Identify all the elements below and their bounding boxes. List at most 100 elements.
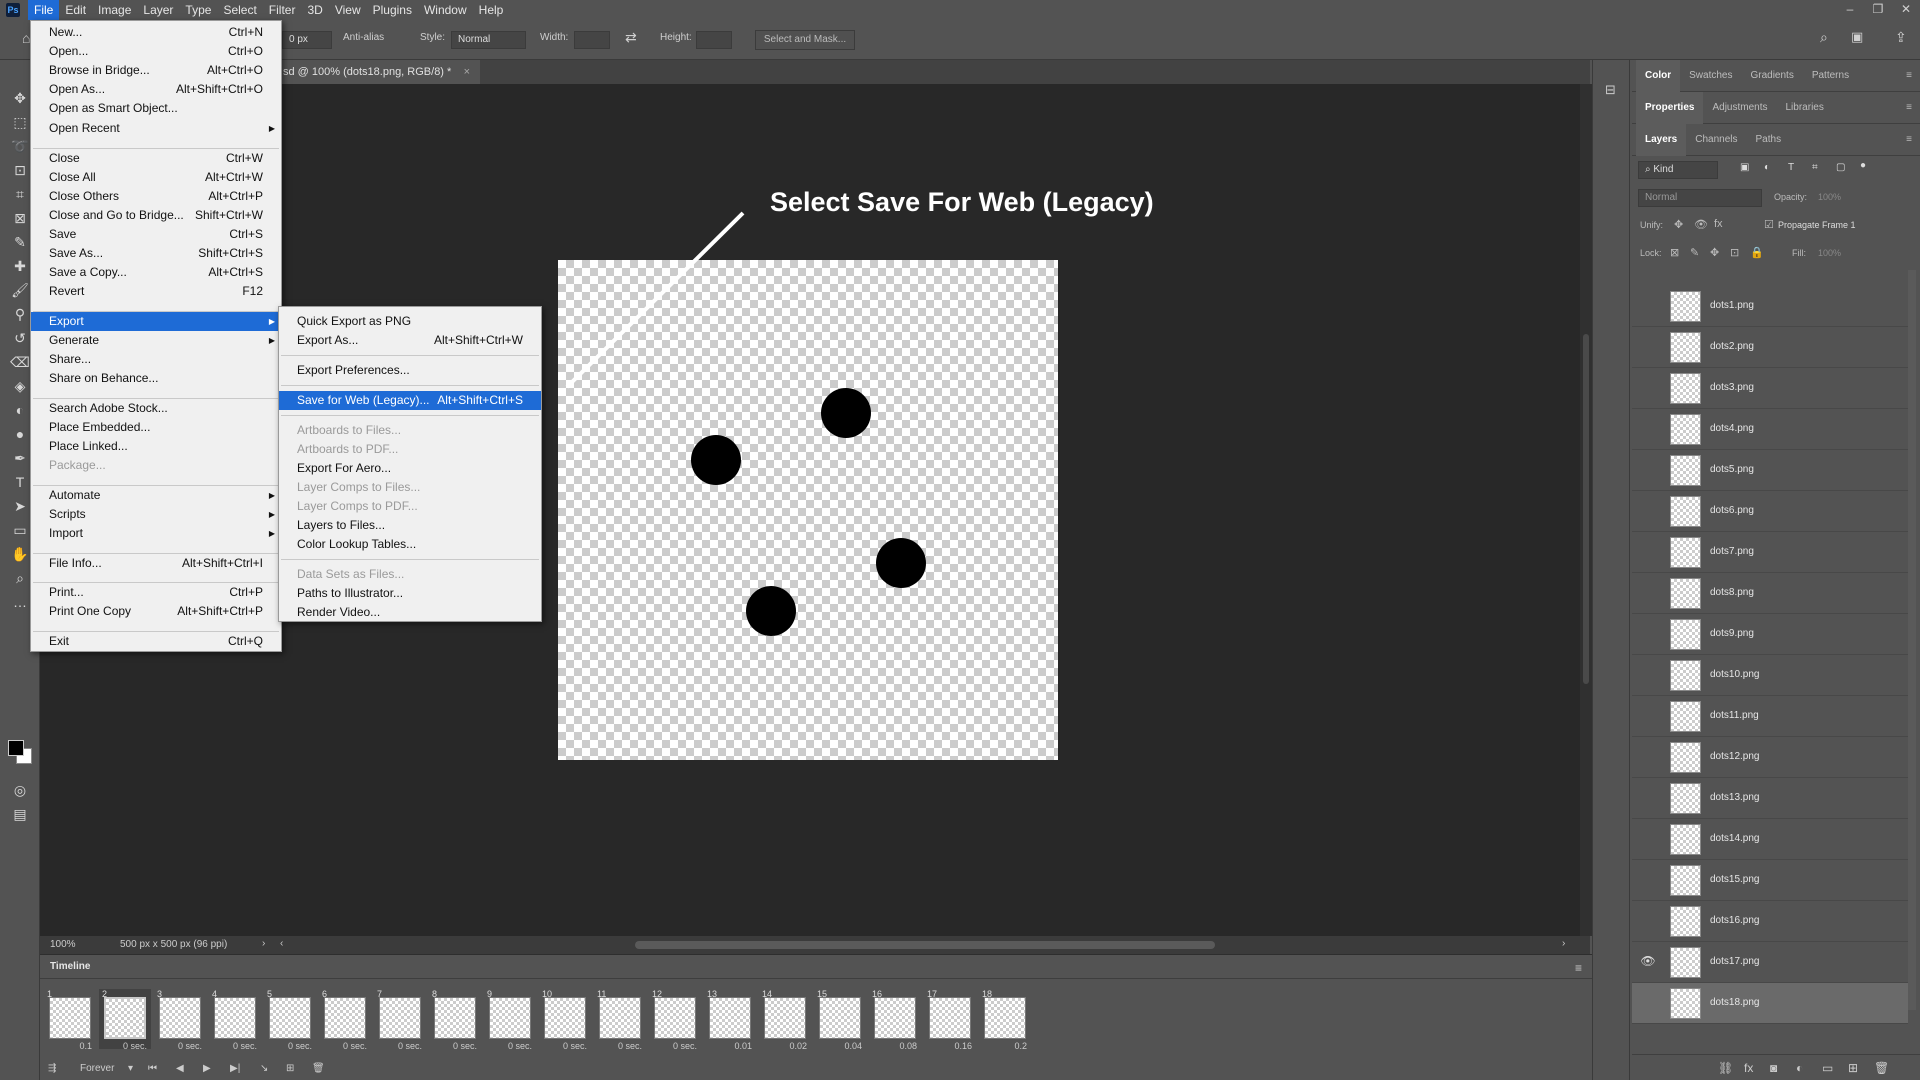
menu-file[interactable]: File <box>28 0 60 20</box>
frame-delay[interactable]: 0 sec. <box>99 1041 151 1051</box>
paint-bucket-icon[interactable]: ◈ <box>10 376 30 396</box>
export-menu-item[interactable]: Export As... Alt+Shift+Ctrl+W <box>279 331 541 350</box>
layer-row[interactable]: dots11.png <box>1632 696 1908 737</box>
timeline-frame[interactable]: 80 sec. <box>429 989 481 1051</box>
select-and-mask-button[interactable]: Select and Mask... <box>755 30 855 50</box>
quick-mask-icon[interactable]: ◎ <box>10 780 30 800</box>
file-menu-item[interactable]: Share... <box>31 350 281 369</box>
timeline-frame[interactable]: 20 sec. <box>99 989 151 1051</box>
filter-shape-icon[interactable]: ⌗ <box>1812 162 1818 173</box>
convert-timeline-icon[interactable]: ⇶ <box>48 1063 56 1074</box>
menu-view[interactable]: View <box>329 0 367 20</box>
file-menu-item[interactable]: Close Ctrl+W <box>31 149 281 168</box>
blur-tool-icon[interactable]: ◐ <box>10 400 30 420</box>
crop-tool-icon[interactable]: ⌗ <box>10 184 30 204</box>
link-layers-icon[interactable]: ⛓ <box>1718 1061 1733 1075</box>
swap-icon[interactable]: ⇄ <box>625 29 637 46</box>
share-icon[interactable]: ⇪ <box>1895 29 1907 46</box>
anti-alias-checkbox[interactable]: Anti-alias <box>343 32 384 43</box>
timeline-frame[interactable]: 12 0 sec. <box>649 989 701 1051</box>
workspace-icon[interactable]: ▣ <box>1851 29 1863 45</box>
minimize-icon[interactable]: – <box>1836 0 1864 20</box>
dodge-tool-icon[interactable]: ● <box>10 424 30 444</box>
zoom-tool-icon[interactable]: ⌕ <box>10 568 30 588</box>
timeline-frame[interactable]: 10 0 sec. <box>539 989 591 1051</box>
marquee-tool-icon[interactable]: ⬚ <box>10 112 30 132</box>
hand-tool-icon[interactable]: ✋ <box>10 544 30 564</box>
tab-adjustments[interactable]: Adjustments <box>1703 92 1776 124</box>
tab-properties[interactable]: Properties <box>1636 91 1704 124</box>
visibility-eye-icon[interactable] <box>1640 298 1656 314</box>
menu-select[interactable]: Select <box>217 0 262 20</box>
export-menu-item[interactable]: Layer Comps to PDF... <box>279 497 541 516</box>
tab-paths[interactable]: Paths <box>1747 124 1791 156</box>
new-group-icon[interactable]: ▭ <box>1822 1061 1833 1075</box>
eraser-tool-icon[interactable]: ⌫ <box>10 352 30 372</box>
file-menu-item[interactable]: File Info... Alt+Shift+Ctrl+I <box>31 554 281 573</box>
layer-row[interactable]: dots1.png <box>1632 286 1908 327</box>
type-tool-icon[interactable]: T <box>10 472 30 492</box>
frame-delay[interactable]: 0.04 <box>814 1041 866 1051</box>
frame-delay[interactable]: 0.08 <box>869 1041 921 1051</box>
prev-frame-icon[interactable]: ◀ <box>176 1063 184 1074</box>
path-select-icon[interactable]: ➤ <box>10 496 30 516</box>
screen-mode-icon[interactable]: ▤ <box>10 804 30 824</box>
pen-tool-icon[interactable]: ✒ <box>10 448 30 468</box>
frame-delay[interactable]: 0 sec. <box>594 1041 646 1051</box>
search-icon[interactable]: ⌕ <box>1820 29 1828 46</box>
timeline-frame[interactable]: 15 0.04 <box>814 989 866 1051</box>
visibility-eye-icon[interactable] <box>1640 708 1656 724</box>
file-menu-item[interactable]: Close Others Alt+Ctrl+P <box>31 187 281 206</box>
frame-delay[interactable]: 0.02 <box>759 1041 811 1051</box>
timeline-frame[interactable]: 16 0.08 <box>869 989 921 1051</box>
loop-select[interactable]: Forever <box>80 1063 114 1074</box>
healing-tool-icon[interactable]: ✚ <box>10 256 30 276</box>
tab-patterns[interactable]: Patterns <box>1803 60 1858 92</box>
lasso-tool-icon[interactable]: ➰ <box>10 136 30 156</box>
style-select[interactable]: Normal <box>451 31 526 49</box>
visibility-eye-icon[interactable] <box>1640 421 1656 437</box>
tab-libraries[interactable]: Libraries <box>1777 92 1833 124</box>
scroll-left-icon[interactable]: ‹ <box>280 938 283 949</box>
brush-tool-icon[interactable]: 🖌 <box>10 280 30 300</box>
unify-style-icon[interactable]: fx <box>1714 218 1723 230</box>
file-menu-item[interactable]: Exit Ctrl+Q <box>31 632 281 651</box>
file-menu-item[interactable]: Share on Behance... <box>31 369 281 388</box>
duplicate-frame-icon[interactable]: ⊞ <box>286 1063 294 1074</box>
file-menu-item[interactable]: New... Ctrl+N <box>31 23 281 42</box>
frame-delay[interactable]: 0.1 <box>44 1041 96 1051</box>
layer-row[interactable]: dots15.png <box>1632 860 1908 901</box>
color-swatches[interactable] <box>8 740 32 764</box>
layer-row[interactable]: dots13.png <box>1632 778 1908 819</box>
export-menu-item[interactable]: Quick Export as PNG <box>279 312 541 331</box>
rectangle-tool-icon[interactable]: ▭ <box>10 520 30 540</box>
frame-delay[interactable]: 0 sec. <box>484 1041 536 1051</box>
frame-delay[interactable]: 0 sec. <box>374 1041 426 1051</box>
export-menu-item[interactable]: Layers to Files... <box>279 516 541 535</box>
export-menu-item[interactable]: Export For Aero... <box>279 459 541 478</box>
visibility-eye-icon[interactable] <box>1640 872 1656 888</box>
layer-row[interactable]: 👁 dots17.png <box>1632 942 1908 983</box>
tab-channels[interactable]: Channels <box>1686 124 1746 156</box>
lock-pixels-icon[interactable]: ✎ <box>1690 246 1699 259</box>
close-window-icon[interactable]: ✕ <box>1892 0 1920 20</box>
blend-mode-select[interactable]: Normal <box>1638 189 1762 207</box>
file-menu-item[interactable]: Place Linked... <box>31 437 281 456</box>
height-input[interactable] <box>696 31 732 49</box>
menu-layer[interactable]: Layer <box>137 0 179 20</box>
panel-menu-icon[interactable]: ≡ <box>1906 124 1912 156</box>
frame-delay[interactable]: 0.2 <box>979 1041 1031 1051</box>
new-layer-icon[interactable]: ⊞ <box>1848 1061 1858 1075</box>
file-menu-item[interactable]: Import ▶ <box>31 524 281 543</box>
export-menu-item[interactable]: Artboards to Files... <box>279 421 541 440</box>
layer-row[interactable]: dots7.png <box>1632 532 1908 573</box>
menu-filter[interactable]: Filter <box>263 0 302 20</box>
timeline-frame[interactable]: 90 sec. <box>484 989 536 1051</box>
visibility-eye-icon[interactable]: 👁 <box>1640 954 1656 970</box>
layer-row[interactable]: dots9.png <box>1632 614 1908 655</box>
export-menu-item[interactable]: Save for Web (Legacy)... Alt+Shift+Ctrl+S <box>279 391 541 410</box>
unify-visibility-icon[interactable]: 👁 <box>1694 218 1708 231</box>
file-menu-item[interactable]: Close All Alt+Ctrl+W <box>31 168 281 187</box>
opacity-value[interactable]: 100% <box>1818 192 1841 202</box>
menu-type[interactable]: Type <box>179 0 217 20</box>
